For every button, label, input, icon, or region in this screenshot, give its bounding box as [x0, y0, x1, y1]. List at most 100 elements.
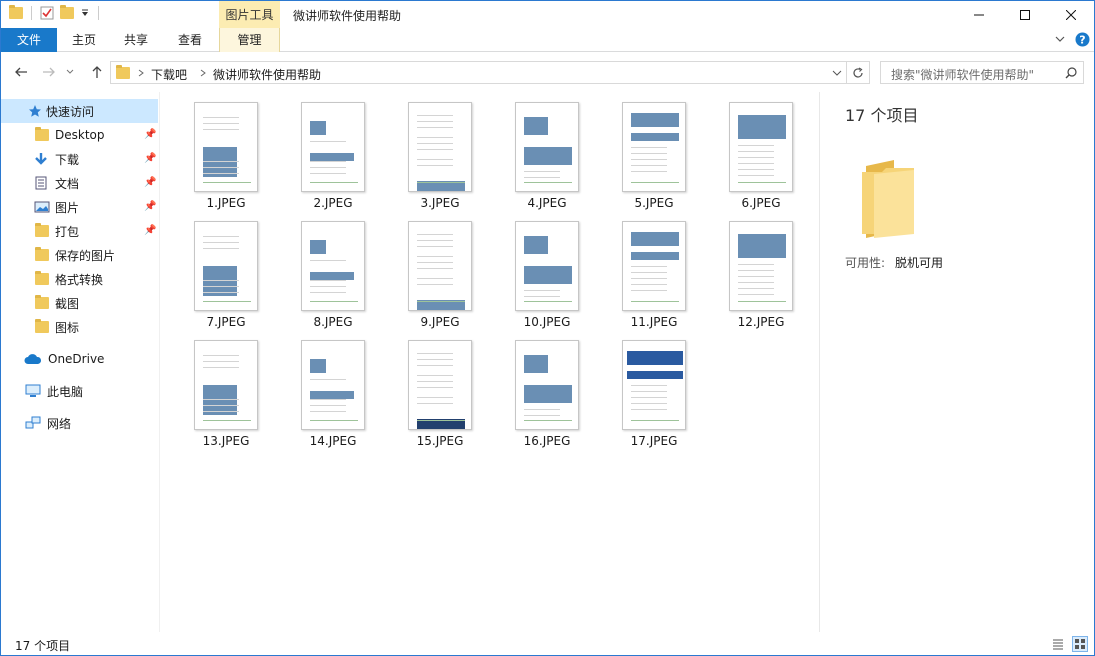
thumbnail-picture: [310, 121, 326, 135]
file-item[interactable]: 10.JPEG: [497, 211, 597, 329]
tab-view[interactable]: 查看: [165, 28, 215, 52]
breadcrumb-current-folder[interactable]: 微讲师软件使用帮助: [213, 66, 321, 83]
help-icon: ?: [1075, 32, 1090, 47]
breadcrumb-downloads[interactable]: 下载吧: [151, 66, 187, 83]
thumbnail-footer-line: [203, 301, 251, 302]
forward-button[interactable]: [41, 64, 57, 80]
close-button[interactable]: [1048, 1, 1094, 28]
properties-icon[interactable]: [40, 6, 54, 20]
nav-onedrive[interactable]: OneDrive: [1, 347, 158, 371]
thumbnail-text-line: [417, 387, 453, 388]
image-thumbnail: [515, 340, 579, 430]
customize-toolbar-dropdown-icon[interactable]: [80, 8, 90, 18]
pin-icon[interactable]: 📌: [144, 225, 156, 237]
new-folder-icon[interactable]: [60, 5, 74, 19]
sidebar-item-1[interactable]: 下载 📌: [1, 147, 158, 171]
thumbnail-text-line: [203, 292, 239, 293]
refresh-button[interactable]: [847, 61, 870, 84]
tab-manage[interactable]: 管理: [219, 28, 280, 52]
thumbnail-text-line: [417, 397, 453, 398]
thumbnail-text-line: [631, 385, 667, 386]
thumbnail-text-line: [203, 129, 239, 130]
pin-icon[interactable]: 📌: [144, 177, 156, 189]
nav-quick-access[interactable]: 快速访问: [1, 99, 158, 123]
file-item[interactable]: 8.JPEG: [283, 211, 383, 329]
expand-ribbon-button[interactable]: [1054, 33, 1066, 48]
sidebar-item-4[interactable]: 打包 📌: [1, 219, 158, 243]
tab-home[interactable]: 主页: [59, 28, 109, 52]
file-item[interactable]: 6.JPEG: [711, 92, 811, 210]
thumbnail-text-line: [631, 397, 667, 398]
file-name: 10.JPEG: [523, 315, 571, 329]
availability: 可用性: 脱机可用: [845, 254, 943, 271]
thumbnail-footer-line: [738, 182, 786, 183]
file-item[interactable]: 4.JPEG: [497, 92, 597, 210]
sidebar-item-2[interactable]: 文档 📌: [1, 171, 158, 195]
sidebar-item-3[interactable]: 图片 📌: [1, 195, 158, 219]
pin-icon[interactable]: 📌: [144, 153, 156, 165]
pin-icon[interactable]: 📌: [144, 201, 156, 213]
cloud-icon: [24, 354, 42, 364]
file-item[interactable]: 11.JPEG: [604, 211, 704, 329]
file-list: 1.JPEG 2.JPEG 3.JPEG 4.JPEG 5.JPEG 6.JPEG 7.JP…: [161, 92, 819, 632]
file-item[interactable]: 7.JPEG: [176, 211, 276, 329]
nav-this-pc[interactable]: 此电脑: [1, 379, 158, 403]
sidebar-item-label: 下载: [55, 152, 80, 167]
file-item[interactable]: 9.JPEG: [390, 211, 490, 329]
thumbnail-text-line: [310, 141, 346, 142]
folder-icon: [35, 271, 49, 285]
chevron-down-icon[interactable]: [832, 69, 842, 77]
recent-locations-button[interactable]: [65, 64, 75, 80]
sidebar-item-0[interactable]: Desktop 📌: [1, 123, 158, 147]
search-icon[interactable]: [1065, 67, 1077, 79]
file-item[interactable]: 14.JPEG: [283, 330, 383, 448]
thumbnail-text-line: [738, 288, 774, 289]
thumbnail-text-line: [738, 276, 774, 277]
file-item[interactable]: 17.JPEG: [604, 330, 704, 448]
maximize-icon: [1020, 9, 1030, 20]
sidebar-item-6[interactable]: 格式转换: [1, 267, 158, 291]
file-item[interactable]: 16.JPEG: [497, 330, 597, 448]
thumbnail-text-line: [417, 284, 453, 285]
nav-network[interactable]: 网络: [1, 411, 158, 435]
file-item[interactable]: 13.JPEG: [176, 330, 276, 448]
thumbnail-text-line: [524, 177, 560, 178]
nav-label: 此电脑: [47, 384, 84, 399]
up-button[interactable]: [89, 64, 105, 80]
file-name: 14.JPEG: [309, 434, 357, 448]
thumbnail-footer-line: [310, 420, 358, 421]
sidebar-item-5[interactable]: 保存的图片: [1, 243, 158, 267]
file-item[interactable]: 15.JPEG: [390, 330, 490, 448]
thumbnail-footer-line: [631, 301, 679, 302]
file-item[interactable]: 3.JPEG: [390, 92, 490, 210]
minimize-button[interactable]: [956, 1, 1002, 28]
thumbnail-text-line: [310, 260, 346, 261]
file-item[interactable]: 1.JPEG: [176, 92, 276, 210]
thumbnail-text-line: [417, 353, 453, 354]
tab-file[interactable]: 文件: [1, 28, 57, 52]
sidebar-item-7[interactable]: 截图: [1, 291, 158, 315]
thumbnail-picture: [524, 236, 548, 254]
back-button[interactable]: [13, 64, 29, 80]
search-box[interactable]: 搜索"微讲师软件使用帮助": [880, 61, 1084, 84]
file-item[interactable]: 12.JPEG: [711, 211, 811, 329]
minimize-icon: [974, 14, 984, 15]
thumbnail-text-line: [631, 290, 667, 291]
thumbnail-text-line: [417, 149, 453, 150]
file-item[interactable]: 2.JPEG: [283, 92, 383, 210]
thumbnail-text-line: [417, 365, 453, 366]
thumbnail-text-line: [524, 415, 560, 416]
large-icons-view-button[interactable]: [1072, 636, 1088, 652]
sidebar-item-8[interactable]: 图标: [1, 315, 158, 339]
computer-icon: [25, 384, 41, 397]
maximize-button[interactable]: [1002, 1, 1048, 28]
tab-share[interactable]: 共享: [111, 28, 161, 52]
help-button[interactable]: ?: [1075, 32, 1090, 50]
address-bar[interactable]: 下载吧 微讲师软件使用帮助: [110, 61, 847, 84]
pin-icon[interactable]: 📌: [144, 129, 156, 141]
thumbnail-footer-line: [524, 301, 572, 302]
chevron-right-icon[interactable]: [199, 69, 207, 77]
image-thumbnail: [515, 102, 579, 192]
details-view-button[interactable]: [1050, 636, 1066, 652]
file-item[interactable]: 5.JPEG: [604, 92, 704, 210]
